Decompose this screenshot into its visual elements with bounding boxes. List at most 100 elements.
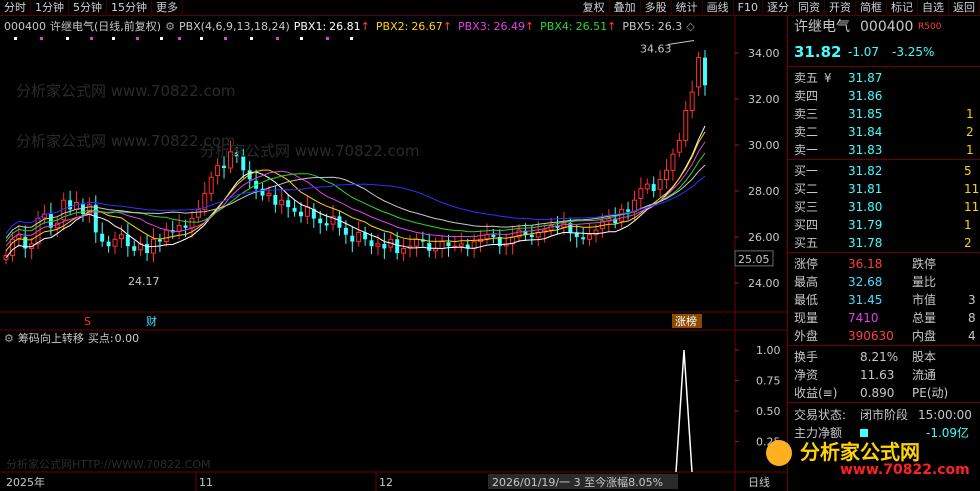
bid-row: 买三 31.80 11 [788, 198, 980, 216]
toolbar-button-10[interactable]: 标记 [887, 0, 918, 16]
toolbar-button-2[interactable]: 多股 [641, 0, 672, 16]
x-label-year: 2025年 [6, 475, 45, 489]
period-tab-1[interactable]: 1分钟 [31, 0, 69, 16]
candle-up [433, 248, 439, 252]
candle-down [145, 243, 150, 254]
diamond-icon[interactable]: ◇ [686, 20, 694, 33]
value: 31.79 [848, 218, 883, 232]
stat-row: 现量 7410 总量 8 [788, 309, 980, 327]
signal-dot [40, 37, 43, 40]
buy-value: 0.00 [114, 331, 140, 345]
value: 股本 [912, 350, 937, 364]
period-tab-3[interactable]: 15分钟 [107, 0, 152, 16]
candle-down [286, 200, 291, 208]
logo-text: 分析家公式网 [800, 440, 920, 464]
pbx-label: PBX3: [458, 19, 491, 33]
toolbar-button-5[interactable]: F10 [734, 0, 763, 16]
toolbar-button-6[interactable]: 逐分 [763, 0, 794, 16]
pbx-item-1: PBX1: 26.81↑ [294, 20, 370, 33]
pbx-label: PBX4: [540, 19, 573, 33]
up-arrow-icon: ↑ [442, 19, 453, 33]
stock-name: 许继电气 [50, 20, 94, 33]
value: 2 [966, 125, 974, 139]
candle-up [189, 218, 195, 229]
value: 市值 [912, 293, 937, 307]
kline-chart-area[interactable]: 34.00 32.00 30.00 28.00 26.00 24.00 25.05 34.63… [0, 16, 787, 491]
y-axis-label: 28.00 [748, 185, 780, 198]
value: PE(动) [912, 386, 949, 400]
stat-row: 涨停 36.18 跌停 [788, 255, 980, 273]
value: 390630 [848, 329, 894, 343]
indicator-legend: 000400 许继电气 (日线,前复权) ⚙ PBX(4,6,9,13,18,24… [4, 17, 695, 35]
candle-up [195, 208, 201, 218]
y-axis-label: 32.00 [748, 93, 780, 106]
pbx-value: 26.81 [329, 19, 361, 33]
watermark-http: 分析家公式网HTTP://WWW.70822.COM [6, 457, 210, 471]
period-tab-4[interactable]: 更多 [152, 0, 183, 16]
x-label-nov: 11 [199, 476, 213, 489]
toolbar-button-9[interactable]: 简框 [856, 0, 887, 16]
settings-icon[interactable]: ⚙ [165, 20, 175, 33]
value: 36.18 [848, 257, 883, 271]
bid-row: 买二 31.81 11 [788, 180, 980, 198]
candle-down [222, 165, 227, 168]
low-annotation: 24.17 [128, 275, 160, 288]
candle-down [273, 195, 278, 205]
candle-up [484, 234, 490, 240]
stat-row: 最低 31.45 市值 3 [788, 291, 980, 309]
toolbar-button-7[interactable]: 同资 [794, 0, 825, 16]
signal-dot [90, 37, 93, 40]
x-label-dec: 12 [379, 476, 393, 489]
indicator-name[interactable]: PBX(4,6,9,13,18,24) [179, 20, 290, 33]
value: 31.86 [848, 89, 883, 103]
value: 卖四 [794, 89, 819, 103]
candle-up [689, 91, 695, 111]
candle-down [125, 234, 130, 247]
toolbar-button-0[interactable]: 复权 [579, 0, 610, 16]
kline-chart[interactable]: 34.00 32.00 30.00 28.00 26.00 24.00 25.05 34.63… [0, 16, 787, 491]
value: 卖三 [794, 107, 819, 121]
value: 5 [964, 164, 972, 178]
value: -1.07 [848, 45, 880, 59]
value: 卖二 [794, 125, 819, 139]
period-tab-2[interactable]: 5分钟 [69, 0, 107, 16]
pbx-value: 26.51 [575, 19, 608, 33]
bid-row: 买五 31.78 2 [788, 234, 980, 252]
value: 净资 [794, 368, 819, 382]
candle-up [112, 238, 118, 247]
toolbar-button-1[interactable]: 叠加 [610, 0, 641, 16]
value: 买五 [794, 236, 819, 250]
toolbar-button-3[interactable]: 统计 [672, 0, 703, 16]
candle-up [439, 241, 445, 250]
value: 最低 [794, 293, 819, 307]
pbx-item-2: PBX2: 26.67↑ [376, 20, 452, 33]
lower-indicator-name[interactable]: 筹码向上转移 [18, 330, 84, 346]
candle-down [427, 242, 432, 251]
pbx-label: PBX5: [622, 19, 655, 33]
toolbar-button-8[interactable]: 开资 [825, 0, 856, 16]
value: 32.68 [848, 275, 883, 289]
signal-dot [66, 37, 69, 40]
watermark: 分析家公式网 www.70822.com [16, 82, 236, 100]
toolbar-button-4[interactable]: 画线 [703, 0, 734, 16]
lower-y-label: 0.50 [756, 405, 781, 418]
value: 闭市阶段 [860, 408, 909, 422]
settings-icon[interactable]: ⚙ [4, 332, 14, 345]
ask-row: 卖四 31.86 [788, 87, 980, 105]
candle-down [100, 233, 105, 242]
toolbar-button-11[interactable]: 自选 [918, 0, 949, 16]
candle-down [651, 184, 656, 191]
value: 总量 [912, 311, 937, 325]
value: 31.80 [848, 200, 883, 214]
pbx-value: 26.3 [657, 19, 683, 33]
value: 31.85 [848, 107, 883, 121]
value: 11.63 [860, 368, 895, 382]
value: ¥ [824, 71, 832, 85]
value: 内盘 [912, 329, 937, 343]
period-tab-0[interactable]: 分时 [0, 0, 31, 16]
value: 买二 [794, 182, 819, 196]
divider [788, 252, 980, 253]
candle-down [80, 204, 85, 214]
divider [788, 159, 980, 160]
toolbar-button-12[interactable]: 返回 [949, 0, 980, 16]
